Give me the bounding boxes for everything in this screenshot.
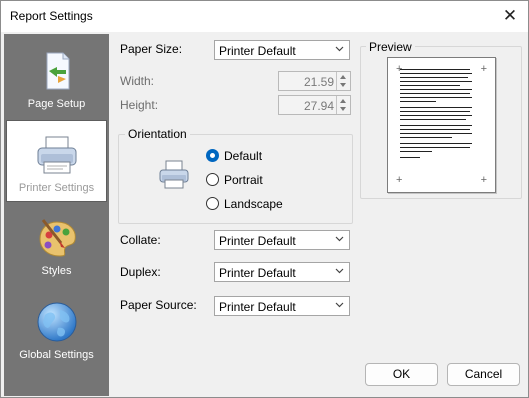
close-icon: ✕	[502, 6, 518, 25]
cancel-button[interactable]: Cancel	[447, 363, 520, 386]
sidebar-item-printer-settings[interactable]: Printer Settings	[6, 120, 107, 202]
preview-title: Preview	[366, 40, 415, 54]
orientation-landscape-label[interactable]: Landscape	[224, 197, 283, 211]
close-button[interactable]: ✕	[500, 6, 520, 26]
sidebar-item-global-settings[interactable]: Global Settings	[4, 288, 109, 368]
height-spin-buttons[interactable]	[336, 96, 350, 114]
height-label: Height:	[120, 98, 159, 112]
width-label: Width:	[120, 74, 155, 88]
orientation-default-radio[interactable]	[206, 149, 219, 162]
page-margin-marker: +	[480, 63, 487, 75]
ok-button[interactable]: OK	[365, 363, 438, 386]
title-bar: Report Settings ✕	[1, 1, 528, 32]
width-value: 21.59	[303, 75, 334, 89]
sidebar-item-page-setup[interactable]: Page Setup	[4, 37, 109, 117]
orientation-title: Orientation	[125, 127, 190, 141]
chevron-down-icon	[335, 236, 344, 242]
duplex-label: Duplex:	[120, 265, 161, 279]
sidebar-item-label: Page Setup	[27, 98, 86, 110]
orientation-landscape-radio[interactable]	[206, 197, 219, 210]
sidebar-item-label: Global Settings	[19, 349, 94, 361]
width-spin-buttons[interactable]	[336, 72, 350, 90]
paper-source-select[interactable]: Printer Default	[214, 296, 350, 316]
spin-down-icon[interactable]	[340, 83, 346, 87]
collate-label: Collate:	[120, 233, 161, 247]
page-margin-marker: +	[396, 174, 403, 186]
chevron-down-icon	[335, 268, 344, 274]
printer-icon	[37, 136, 76, 174]
palette-icon	[38, 219, 76, 257]
orientation-printer-icon	[159, 160, 189, 189]
spin-up-icon[interactable]	[340, 75, 346, 79]
width-spinbox[interactable]: 21.59	[278, 71, 351, 91]
sidebar-item-label: Printer Settings	[18, 182, 95, 194]
paper-size-label: Paper Size:	[120, 42, 183, 56]
report-settings-dialog: Report Settings ✕ Page Setup Printer Set…	[0, 0, 529, 398]
page-margin-marker: +	[480, 174, 487, 186]
collate-select[interactable]: Printer Default	[214, 230, 350, 250]
preview-page: + + + +	[387, 57, 496, 193]
paper-source-value: Printer Default	[219, 300, 296, 314]
globe-icon	[37, 302, 76, 342]
sidebar-item-label: Styles	[41, 265, 72, 277]
page-setup-icon	[46, 52, 69, 90]
height-spinbox[interactable]: 27.94	[278, 95, 351, 115]
sidebar-item-styles[interactable]: Styles	[4, 204, 109, 284]
paper-source-label: Paper Source:	[120, 298, 197, 312]
height-value: 27.94	[303, 99, 334, 113]
spin-down-icon[interactable]	[340, 107, 346, 111]
duplex-value: Printer Default	[219, 266, 296, 280]
spin-up-icon[interactable]	[340, 99, 346, 103]
collate-value: Printer Default	[219, 234, 296, 248]
orientation-portrait-label[interactable]: Portrait	[224, 173, 263, 187]
window-title: Report Settings	[10, 9, 93, 23]
sidebar: Page Setup Printer Settings Styles Globa…	[4, 34, 109, 396]
paper-size-value: Printer Default	[219, 44, 296, 58]
paper-size-select[interactable]: Printer Default	[214, 40, 350, 60]
orientation-portrait-radio[interactable]	[206, 173, 219, 186]
orientation-default-label[interactable]: Default	[224, 149, 262, 163]
chevron-down-icon	[335, 302, 344, 308]
duplex-select[interactable]: Printer Default	[214, 262, 350, 282]
chevron-down-icon	[335, 46, 344, 52]
